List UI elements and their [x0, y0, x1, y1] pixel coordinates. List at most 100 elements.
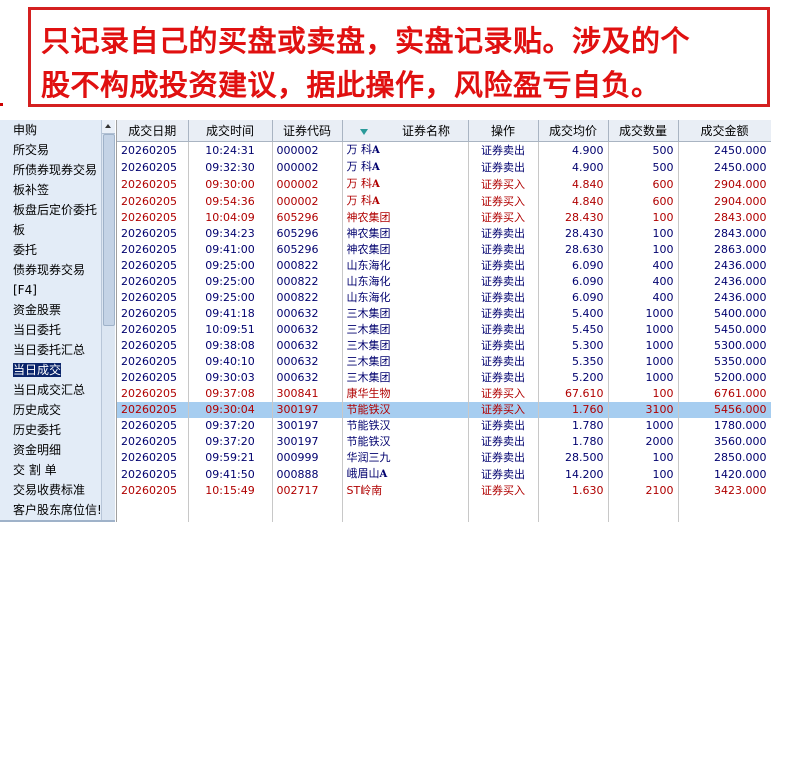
- cell-trade-date-text: 20260205: [121, 484, 177, 497]
- col-header-amount[interactable]: 成交金额: [678, 120, 771, 142]
- menu-item[interactable]: 当日委托: [0, 320, 101, 340]
- cell-amount: 3423.000: [678, 483, 771, 499]
- cell-operation: 证券买入: [468, 210, 539, 226]
- col-header-code[interactable]: 证券代码: [272, 120, 343, 142]
- menu-scrollbar[interactable]: [101, 120, 115, 522]
- col-header-operation[interactable]: 操作: [468, 120, 539, 142]
- empty-cell: [678, 499, 771, 522]
- cell-security-name: ST岭南: [342, 483, 469, 499]
- menu-item[interactable]: 板补签: [0, 180, 101, 200]
- cell-security-name-text: 万 科: [346, 160, 373, 173]
- menu-item[interactable]: 当日委托汇总: [0, 340, 101, 360]
- cell-avg-price: 4.840: [538, 176, 609, 193]
- cell-quantity: 2100: [608, 483, 679, 499]
- table-row[interactable]: 20260205 09:30:00 000002 万 科A 证券买入 4.840 600 29…: [117, 176, 771, 193]
- col-header-date[interactable]: 成交日期: [117, 120, 189, 142]
- table-row[interactable]: 20260205 09:30:03 000632 三木集团 证券卖出 5.200 1000 5…: [117, 370, 771, 386]
- table-row[interactable]: 20260205 09:54:36 000002 万 科A 证券买入 4.840 600 29…: [117, 193, 771, 210]
- cell-amount-text: 6761.000: [714, 387, 767, 400]
- table-row[interactable]: 20260205 09:30:04 300197 节能铁汉 证券买入 1.760 3100 5…: [117, 402, 771, 418]
- cell-trade-time-text: 09:41:50: [205, 467, 255, 481]
- cell-avg-price: 28.430: [538, 226, 609, 242]
- cell-avg-price-text: 4.840: [572, 177, 604, 191]
- menu-item[interactable]: 当日成交: [0, 360, 101, 380]
- cell-operation-text: 证券卖出: [481, 371, 525, 384]
- cell-trade-time-text: 09:38:08: [205, 339, 255, 352]
- menu-item[interactable]: 交易收费标准: [0, 480, 101, 500]
- cell-operation-text: 证券买入: [481, 387, 525, 400]
- cell-trade-time: 10:24:31: [188, 141, 273, 159]
- table-row[interactable]: 20260205 10:09:51 000632 三木集团 证券卖出 5.450 1000 5…: [117, 322, 771, 338]
- menu-item[interactable]: 申购: [0, 120, 101, 140]
- menu-item[interactable]: 当日成交汇总: [0, 380, 101, 400]
- cell-security-code-text: 605296: [276, 243, 319, 256]
- table-row[interactable]: 20260205 09:25:00 000822 山东海化 证券卖出 6.090 400 24…: [117, 290, 771, 306]
- menu-item[interactable]: 资金明细: [0, 440, 101, 460]
- cell-avg-price: 1.780: [538, 434, 609, 450]
- cell-amount: 5400.000: [678, 306, 771, 322]
- table-row[interactable]: 20260205 09:25:00 000822 山东海化 证券卖出 6.090 400 24…: [117, 274, 771, 290]
- cell-operation-text: 证券买入: [481, 211, 525, 224]
- menu-item[interactable]: 所交易: [0, 140, 101, 160]
- cell-trade-date-text: 20260205: [121, 355, 177, 368]
- cell-avg-price-text: 4.900: [572, 143, 604, 157]
- menu-item[interactable]: 委托: [0, 240, 101, 260]
- col-header-time[interactable]: 成交时间: [188, 120, 273, 142]
- menu-item[interactable]: 客户股东席位信!: [0, 500, 101, 520]
- scroll-up-button[interactable]: [102, 120, 115, 134]
- cell-security-code-text: 000632: [276, 323, 319, 336]
- menu-item[interactable]: 所债券现券交易: [0, 160, 101, 180]
- cell-avg-price-text: 5.400: [572, 307, 604, 320]
- cell-quantity: 100: [608, 386, 679, 402]
- col-header-label: 成交时间: [205, 124, 254, 138]
- cell-avg-price: 4.900: [538, 159, 609, 176]
- table-row[interactable]: 20260205 10:15:49 002717 ST岭南 证券买入 1.630 2100 3…: [117, 483, 771, 499]
- table-row[interactable]: 20260205 09:41:50 000888 峨眉山A 证券卖出 14.200 100 1…: [117, 466, 771, 483]
- menu-item[interactable]: 板: [0, 220, 101, 240]
- table-row[interactable]: 20260205 09:37:20 300197 节能铁汉 证券卖出 1.780 1000 1…: [117, 418, 771, 434]
- cell-security-name: 山东海化: [342, 274, 469, 290]
- table-row[interactable]: 20260205 09:59:21 000999 华润三九 证券卖出 28.500 100 2…: [117, 450, 771, 466]
- scroll-thumb[interactable]: [103, 134, 115, 326]
- cell-avg-price-text: 28.430: [565, 211, 604, 224]
- cell-trade-date-text: 20260205: [121, 160, 177, 174]
- table-row[interactable]: 20260205 09:37:20 300197 节能铁汉 证券卖出 1.780 2000 3…: [117, 434, 771, 450]
- cell-quantity-text: 100: [652, 451, 674, 464]
- menu-item[interactable]: 历史成交: [0, 400, 101, 420]
- cell-trade-date: 20260205: [117, 418, 189, 434]
- scroll-up-arrow-icon: [105, 124, 111, 128]
- cell-operation-text: 证券卖出: [481, 275, 525, 288]
- cell-trade-time-text: 09:30:04: [205, 403, 255, 416]
- cell-trade-time-text: 09:30:03: [205, 371, 255, 384]
- table-row[interactable]: 20260205 09:38:08 000632 三木集团 证券卖出 5.300 1000 5…: [117, 338, 771, 354]
- table-row[interactable]: 20260205 10:04:09 605296 神农集团 证券买入 28.430 100 2…: [117, 210, 771, 226]
- menu-item[interactable]: [F4]: [0, 280, 101, 300]
- menu-item[interactable]: 资金股票: [0, 300, 101, 320]
- cell-quantity: 600: [608, 176, 679, 193]
- cell-security-code: 000632: [272, 370, 343, 386]
- table-row[interactable]: 20260205 09:41:18 000632 三木集团 证券卖出 5.400 1000 5…: [117, 306, 771, 322]
- cell-trade-time-text: 09:37:20: [205, 435, 255, 448]
- cell-security-name-text: ST岭南: [346, 484, 383, 497]
- cell-trade-time: 09:37:20: [188, 434, 273, 450]
- table-row[interactable]: 20260205 09:25:00 000822 山东海化 证券卖出 6.090 400 24…: [117, 258, 771, 274]
- cell-security-name: 华润三九: [342, 450, 469, 466]
- menu-item[interactable]: 板盘后定价委托: [0, 200, 101, 220]
- menu-item[interactable]: 交 割 单: [0, 460, 101, 480]
- menu-item[interactable]: 债券现券交易: [0, 260, 101, 280]
- col-header-quantity[interactable]: 成交数量: [608, 120, 679, 142]
- cell-amount-text: 2904.000: [714, 177, 767, 191]
- table-row[interactable]: 20260205 09:40:10 000632 三木集团 证券卖出 5.350 1000 5…: [117, 354, 771, 370]
- cell-avg-price: 1.760: [538, 402, 609, 418]
- cell-quantity-text: 100: [652, 387, 674, 400]
- menu-item[interactable]: 历史委托: [0, 420, 101, 440]
- table-row[interactable]: 20260205 09:41:00 605296 神农集团 证券卖出 28.630 100 2…: [117, 242, 771, 258]
- menu-item-label: 历史成交: [13, 403, 62, 417]
- table-row[interactable]: 20260205 09:34:23 605296 神农集团 证券卖出 28.430 100 2…: [117, 226, 771, 242]
- table-row[interactable]: 20260205 09:37:08 300841 康华生物 证券买入 67.610 100 6…: [117, 386, 771, 402]
- cell-quantity-text: 500: [652, 143, 674, 157]
- col-header-name[interactable]: 证券名称: [342, 120, 469, 142]
- col-header-avg-price[interactable]: 成交均价: [538, 120, 609, 142]
- table-row[interactable]: 20260205 10:24:31 000002 万 科A 证券卖出 4.900 500 24…: [117, 141, 771, 159]
- table-row[interactable]: 20260205 09:32:30 000002 万 科A 证券卖出 4.900 500 24…: [117, 159, 771, 176]
